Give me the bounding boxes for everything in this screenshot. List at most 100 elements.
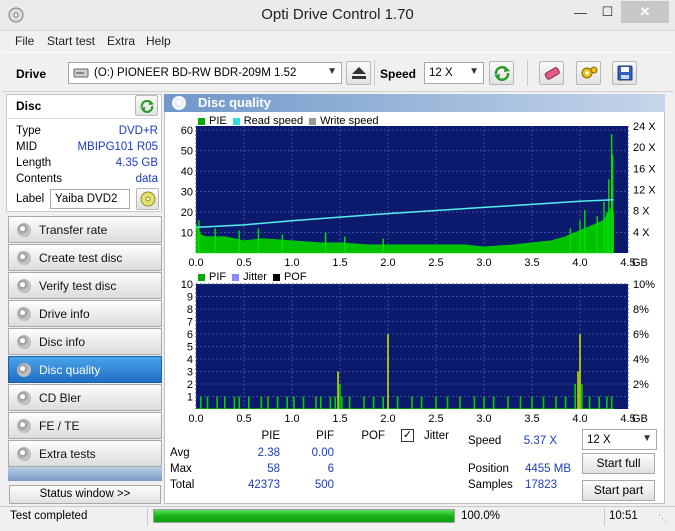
x-tick-label: 2.5 bbox=[428, 257, 443, 269]
pie-chart: 0.0 0.5 1.0 1.5 2.0 2.5 3.0 3.5 4.0 4.5GB10203040… bbox=[181, 121, 657, 269]
eject-button[interactable] bbox=[346, 61, 371, 85]
disc-contents-key: Contents bbox=[16, 173, 63, 185]
nav-transfer-rate[interactable]: Transfer rate bbox=[8, 216, 162, 243]
x-unit-label: GB bbox=[632, 413, 648, 425]
y-tick-label: 4 bbox=[187, 354, 193, 366]
y-tick-label: 9 bbox=[187, 292, 193, 304]
floppy-icon bbox=[617, 65, 632, 81]
disc-refresh-button[interactable] bbox=[135, 95, 158, 116]
disc-icon bbox=[17, 446, 31, 461]
x-tick-label: 2.0 bbox=[380, 413, 395, 425]
maximize-button[interactable]: ☐ bbox=[594, 1, 621, 23]
y-tick-label: 5 bbox=[187, 342, 193, 354]
menu-file[interactable]: File bbox=[15, 34, 34, 48]
disc-icon bbox=[17, 334, 31, 349]
x-tick-label: 3.0 bbox=[476, 413, 491, 425]
drive-select[interactable]: (O:) PIONEER BD-RW BDR-209M 1.52 ▼ bbox=[68, 62, 342, 84]
start-part-button[interactable]: Start part bbox=[582, 480, 655, 501]
save-button[interactable] bbox=[612, 61, 637, 85]
disc-label-input[interactable]: Yaiba DVD2 bbox=[50, 189, 130, 209]
disc-icon bbox=[17, 418, 31, 433]
y2-tick-label: 10% bbox=[633, 279, 655, 291]
disc-icon bbox=[17, 306, 31, 321]
y2-tick-label: 6% bbox=[633, 329, 649, 341]
nav-verify-test-disc[interactable]: Verify test disc bbox=[8, 272, 162, 299]
disc-icon bbox=[140, 191, 155, 207]
disc-icon bbox=[17, 222, 31, 237]
stat-header-pif: PIF bbox=[316, 430, 334, 442]
toolbar-separator bbox=[374, 60, 375, 86]
start-full-button[interactable]: Start full bbox=[582, 453, 655, 474]
jitter-checkbox[interactable]: ✓ bbox=[401, 429, 414, 442]
y-tick-label: 2 bbox=[187, 379, 193, 391]
clock: 10:51 bbox=[609, 510, 638, 522]
nav-fe-te[interactable]: FE / TE bbox=[8, 412, 162, 439]
disc-length-value: 4.35 GB bbox=[115, 157, 158, 169]
chevron-down-icon: ▼ bbox=[469, 66, 479, 77]
nav-disc-quality[interactable]: Disc quality bbox=[8, 356, 162, 383]
menu-help[interactable]: Help bbox=[146, 34, 171, 48]
y-tick-label: 60 bbox=[181, 125, 193, 137]
nav-label: Create test disc bbox=[39, 250, 123, 265]
settings-button[interactable] bbox=[576, 61, 601, 85]
y2-tick-label: 8 X bbox=[633, 206, 650, 218]
y-tick-label: 3 bbox=[187, 367, 193, 379]
nav-create-test-disc[interactable]: Create test disc bbox=[8, 244, 162, 271]
nav-label: Disc info bbox=[39, 334, 86, 349]
x-tick-label: 0.5 bbox=[236, 257, 251, 269]
drive-select-value: (O:) PIONEER BD-RW BDR-209M 1.52 bbox=[94, 67, 297, 79]
disc-icon bbox=[17, 250, 31, 265]
test-speed-value: 12 X bbox=[587, 433, 611, 446]
pif-chart: 0.0 0.5 1.0 1.5 2.0 2.5 3.0 3.5 4.0 4.5GB12345678… bbox=[181, 279, 655, 425]
stat-header-jitter: Jitter bbox=[424, 430, 449, 442]
x-tick-label: 1.0 bbox=[284, 257, 299, 269]
speed-select-value: 12 X bbox=[429, 67, 453, 79]
x-tick-label: 4.0 bbox=[572, 257, 587, 269]
panel-title: Disc quality bbox=[164, 94, 665, 112]
nav-disc-info[interactable]: Disc info bbox=[8, 328, 162, 355]
refresh-speed-button[interactable] bbox=[489, 61, 514, 85]
nav-label: Verify test disc bbox=[39, 278, 117, 293]
nav-filler bbox=[8, 467, 162, 481]
status-window-button[interactable]: Status window >> bbox=[9, 485, 161, 504]
erase-button[interactable] bbox=[539, 61, 564, 85]
y-tick-label: 7 bbox=[187, 317, 193, 329]
y-tick-label: 50 bbox=[181, 146, 193, 158]
stat-avg-pif: 0.00 bbox=[311, 447, 334, 459]
y-tick-label: 6 bbox=[187, 329, 193, 341]
nav-drive-info[interactable]: Drive info bbox=[8, 300, 162, 327]
drive-icon bbox=[73, 68, 89, 78]
speed-select[interactable]: 12 X ▼ bbox=[424, 62, 484, 84]
nav-label: FE / TE bbox=[39, 418, 80, 433]
speed-readout-key: Speed bbox=[468, 435, 502, 447]
x-tick-label: 1.5 bbox=[332, 257, 347, 269]
x-tick-label: 2.5 bbox=[428, 413, 443, 425]
disc-type-value: DVD+R bbox=[118, 125, 158, 137]
y-tick-label: 30 bbox=[181, 187, 193, 199]
y-tick-label: 10 bbox=[181, 228, 193, 240]
y-tick-label: 1 bbox=[187, 392, 193, 404]
drive-label: Drive bbox=[16, 67, 47, 81]
minimize-button[interactable]: — bbox=[567, 1, 594, 23]
disc-contents-value: data bbox=[135, 173, 158, 185]
close-button[interactable]: ✕ bbox=[621, 1, 669, 23]
status-text: Test completed bbox=[10, 510, 88, 522]
test-speed-select[interactable]: 12 X ▼ bbox=[582, 429, 657, 450]
nav-label: Drive info bbox=[39, 306, 90, 321]
stat-avg-key: Avg bbox=[170, 447, 190, 459]
eraser-icon bbox=[544, 67, 560, 80]
chevron-down-icon: ▼ bbox=[327, 66, 337, 77]
disc-icon bbox=[17, 362, 31, 377]
disc-icon bbox=[17, 278, 31, 293]
nav-extra-tests[interactable]: Extra tests bbox=[8, 440, 162, 467]
menu-extra[interactable]: Extra bbox=[107, 34, 135, 48]
gears-icon bbox=[581, 66, 597, 79]
y2-tick-label: 4% bbox=[633, 354, 649, 366]
nav-cd-bler[interactable]: CD Bler bbox=[8, 384, 162, 411]
menu-start-test[interactable]: Start test bbox=[47, 34, 95, 48]
divider bbox=[6, 118, 162, 119]
disc-label-button[interactable] bbox=[136, 188, 159, 210]
stat-header-pie: PIE bbox=[261, 430, 280, 442]
speed-label: Speed bbox=[380, 67, 417, 81]
y-tick-label: 8 bbox=[187, 304, 193, 316]
